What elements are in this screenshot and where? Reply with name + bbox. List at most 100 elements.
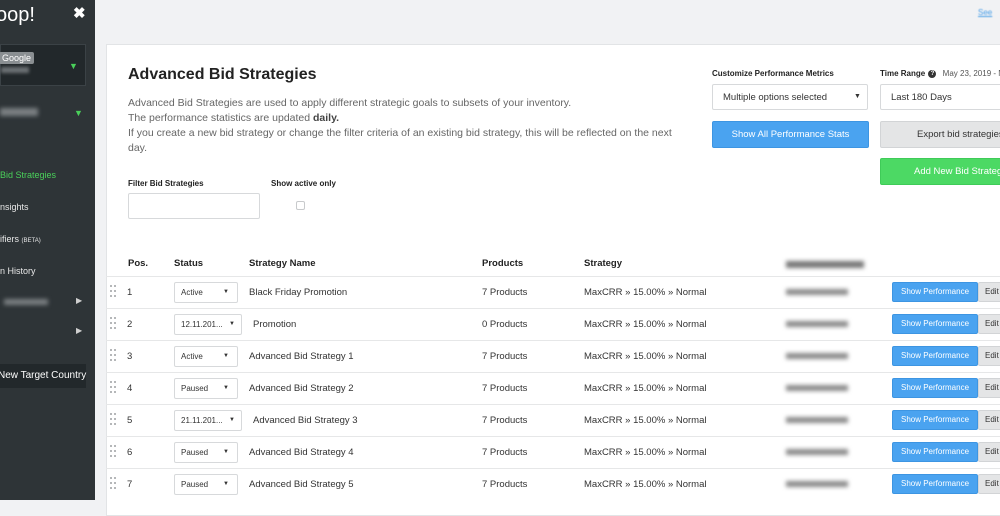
edit-button[interactable]: Edit xyxy=(978,410,1000,430)
edit-button[interactable]: Edit xyxy=(978,314,1000,334)
drag-handle-icon[interactable] xyxy=(110,477,116,493)
status-select[interactable]: Paused ▼ xyxy=(174,378,238,399)
show-performance-button[interactable]: Show Performance xyxy=(892,378,978,398)
status-value: Paused xyxy=(181,480,209,489)
page-title: Advanced Bid Strategies xyxy=(128,66,317,83)
sidebar-item-history[interactable]: n History xyxy=(0,266,36,276)
status-value: Active xyxy=(181,352,203,361)
strategy-name[interactable]: Advanced Bid Strategy 5 xyxy=(249,479,354,490)
column-header-name[interactable]: Strategy Name xyxy=(249,258,316,269)
chevron-down-icon[interactable]: ▼ xyxy=(74,108,83,118)
caret-down-icon: ▼ xyxy=(229,321,235,327)
sidebar-item-insights[interactable]: nsights xyxy=(0,202,29,212)
strategy-name[interactable]: Advanced Bid Strategy 1 xyxy=(249,351,354,362)
calibration-redacted xyxy=(786,417,848,423)
show-performance-button[interactable]: Show Performance xyxy=(892,282,978,302)
show-performance-button[interactable]: Show Performance xyxy=(892,314,978,334)
status-select[interactable]: 21.11.201... ▼ xyxy=(174,410,242,431)
description-emphasis: daily. xyxy=(313,112,340,124)
status-select[interactable]: Paused ▼ xyxy=(174,442,238,463)
drag-handle-icon[interactable] xyxy=(110,285,116,301)
export-bid-strategies-button[interactable]: Export bid strategies xyxy=(880,121,1000,148)
edit-button[interactable]: Edit xyxy=(978,282,1000,302)
status-select[interactable]: 12.11.201... ▼ xyxy=(174,314,242,335)
table-row: 3 Active ▼ Advanced Bid Strategy 1 7 Product… xyxy=(106,340,1000,373)
chevron-right-icon: ▶ xyxy=(76,296,83,305)
drag-handle-icon[interactable] xyxy=(110,445,116,461)
calibration-redacted xyxy=(786,353,848,359)
strategy-name[interactable]: Black Friday Promotion xyxy=(249,287,347,298)
account-selector[interactable]: Google ▼ xyxy=(0,44,86,86)
show-active-label: Show active only xyxy=(271,179,336,188)
products-count: 7 Products xyxy=(482,287,528,298)
time-range-select[interactable]: Last 180 Days xyxy=(880,84,1000,110)
column-header-status[interactable]: Status xyxy=(174,258,203,269)
edit-button[interactable]: Edit xyxy=(978,442,1000,462)
chevron-right-icon[interactable]: ▶ xyxy=(76,326,82,335)
caret-down-icon: ▼ xyxy=(223,385,229,391)
show-performance-button[interactable]: Show Performance xyxy=(892,410,978,430)
strategy-name[interactable]: Promotion xyxy=(253,319,296,330)
drag-handle-icon[interactable] xyxy=(110,413,116,429)
account-badge: Google xyxy=(0,52,35,64)
description-line: Advanced Bid Strategies are used to appl… xyxy=(128,97,572,109)
calibration-redacted xyxy=(786,289,848,295)
status-value: Paused xyxy=(181,384,209,393)
row-position: 7 xyxy=(127,479,133,490)
strategy-name[interactable]: Advanced Bid Strategy 4 xyxy=(249,447,354,458)
column-header-strategy[interactable]: Strategy xyxy=(584,258,622,269)
add-bid-strategy-button[interactable]: Add New Bid Strategy xyxy=(880,158,1000,185)
strategy-value: MaxCRR » 15.00% » Normal xyxy=(584,415,707,426)
edit-button[interactable]: Edit xyxy=(978,346,1000,366)
caret-down-icon: ▼ xyxy=(223,289,229,295)
column-header-pos[interactable]: Pos. xyxy=(128,258,148,269)
status-select[interactable]: Paused ▼ xyxy=(174,474,238,495)
drag-handle-icon[interactable] xyxy=(110,317,116,333)
filter-bid-strategies-input[interactable] xyxy=(128,193,260,219)
account-name-redacted xyxy=(1,67,29,73)
caret-down-icon: ▼ xyxy=(223,481,229,487)
table-row: 2 12.11.201... ▼ Promotion 0 Products MaxCRR … xyxy=(106,308,1000,341)
edit-button[interactable]: Edit xyxy=(978,474,1000,494)
show-active-checkbox[interactable] xyxy=(296,201,305,210)
table-row: 4 Paused ▼ Advanced Bid Strategy 2 7 Product… xyxy=(106,372,1000,405)
status-value: Paused xyxy=(181,448,209,457)
edit-button[interactable]: Edit xyxy=(978,378,1000,398)
column-header-products[interactable]: Products xyxy=(482,258,523,269)
caret-down-icon: ▼ xyxy=(223,353,229,359)
strategy-name[interactable]: Advanced Bid Strategy 3 xyxy=(253,415,358,426)
chevron-down-icon: ▼ xyxy=(69,61,78,71)
metrics-select[interactable]: Multiple options selected ▼ xyxy=(712,84,868,110)
show-performance-button[interactable]: Show Performance xyxy=(892,442,978,462)
description-line: The performance statistics are updated d… xyxy=(128,112,339,124)
table-row: 1 Active ▼ Black Friday Promotion 7 Products… xyxy=(106,276,1000,309)
top-right-link[interactable]: See xyxy=(978,8,992,17)
strategy-value: MaxCRR » 15.00% » Normal xyxy=(584,479,707,490)
status-value: Active xyxy=(181,288,203,297)
status-value: 12.11.201... xyxy=(181,320,223,329)
drag-handle-icon[interactable] xyxy=(110,349,116,365)
help-icon[interactable]: ? xyxy=(928,69,937,78)
strategy-value: MaxCRR » 15.00% » Normal xyxy=(584,287,707,298)
strategy-value: MaxCRR » 15.00% » Normal xyxy=(584,447,707,458)
show-all-performance-button[interactable]: Show All Performance Stats xyxy=(712,121,869,148)
status-select[interactable]: Active ▼ xyxy=(174,346,238,367)
products-count: 0 Products xyxy=(482,319,528,330)
row-position: 3 xyxy=(127,351,133,362)
close-icon[interactable]: ✖ xyxy=(73,4,86,22)
show-performance-button[interactable]: Show Performance xyxy=(892,346,978,366)
strategy-value: MaxCRR » 15.00% » Normal xyxy=(584,319,707,330)
sidebar-item-bid-strategies[interactable]: Bid Strategies xyxy=(0,170,56,180)
sidebar-item-redacted[interactable] xyxy=(4,299,48,305)
sidebar-item-new-target-country[interactable]: New Target Country xyxy=(0,364,86,388)
sidebar-item-modifiers[interactable]: ifiers (BETA) xyxy=(0,234,41,244)
metrics-select-value: Multiple options selected xyxy=(723,92,828,103)
sidebar-item-label: ifiers xyxy=(0,234,20,244)
status-select[interactable]: Active ▼ xyxy=(174,282,238,303)
strategy-name[interactable]: Advanced Bid Strategy 2 xyxy=(249,383,354,394)
drag-handle-icon[interactable] xyxy=(110,381,116,397)
show-performance-button[interactable]: Show Performance xyxy=(892,474,978,494)
caret-down-icon: ▼ xyxy=(223,449,229,455)
products-count: 7 Products xyxy=(482,447,528,458)
app-logo: oop! xyxy=(0,4,35,26)
